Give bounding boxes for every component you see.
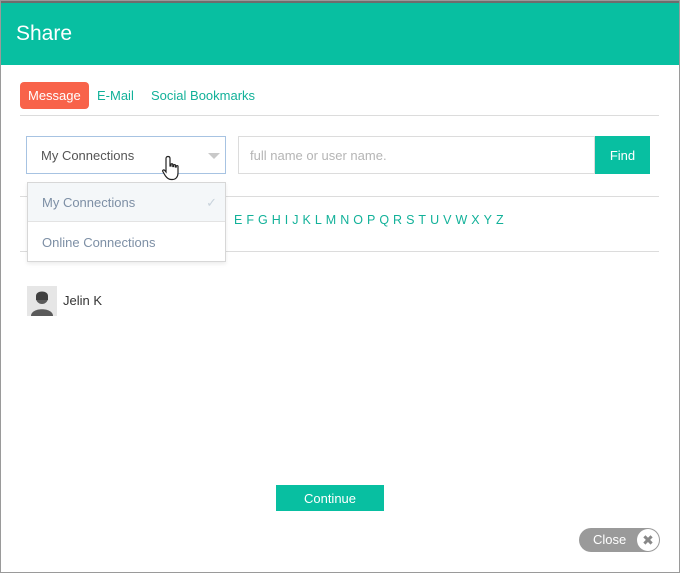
alphabet-letter-v[interactable]: V (443, 213, 451, 227)
search-input[interactable] (238, 136, 595, 174)
close-button-label: Close (593, 532, 627, 547)
connections-filter-select[interactable]: My Connections (26, 136, 226, 174)
tab-message[interactable]: Message (20, 82, 89, 109)
dropdown-option-my-connections[interactable]: My Connections ✓ (28, 183, 225, 222)
alphabet-letter-e[interactable]: E (234, 213, 242, 227)
hand-pointer-cursor-icon (162, 155, 179, 181)
alphabet-letter-t[interactable]: T (418, 213, 426, 227)
dropdown-option-online-connections[interactable]: Online Connections (28, 223, 225, 262)
checkmark-icon: ✓ (206, 195, 217, 210)
dropdown-option-label: My Connections (42, 195, 136, 210)
dialog-header: Share (1, 3, 679, 65)
connections-filter-value: My Connections (41, 148, 135, 163)
alphabet-letter-l[interactable]: L (315, 213, 322, 227)
alphabet-letter-s[interactable]: S (406, 213, 414, 227)
alphabet-letter-y[interactable]: Y (484, 213, 492, 227)
close-button[interactable]: Close ✖ (579, 528, 660, 552)
alphabet-letter-j[interactable]: J (292, 213, 298, 227)
alphabet-filter: EFGHIJKLMNOPQRSTUVWXYZ (234, 213, 508, 231)
alphabet-letter-u[interactable]: U (430, 213, 439, 227)
contact-name: Jelin K (63, 293, 103, 308)
alphabet-letter-o[interactable]: O (353, 213, 363, 227)
alphabet-letter-k[interactable]: K (302, 213, 310, 227)
alphabet-letter-q[interactable]: Q (379, 213, 389, 227)
share-dialog: Share Message E-Mail Social Bookmarks My… (0, 0, 680, 573)
alphabet-letter-p[interactable]: P (367, 213, 375, 227)
default-user-icon (27, 286, 57, 316)
alphabet-letter-z[interactable]: Z (496, 213, 504, 227)
alphabet-letter-m[interactable]: M (326, 213, 336, 227)
tab-email[interactable]: E-Mail (97, 82, 134, 109)
alphabet-letter-x[interactable]: X (471, 213, 479, 227)
tabs-divider (20, 115, 659, 116)
connections-dropdown-menu: My Connections ✓ Online Connections (27, 182, 226, 262)
chevron-down-icon (208, 153, 220, 159)
continue-button[interactable]: Continue (276, 485, 384, 511)
alphabet-letter-h[interactable]: H (272, 213, 281, 227)
tab-social-bookmarks[interactable]: Social Bookmarks (151, 82, 255, 109)
dialog-title: Share (16, 22, 73, 45)
alphabet-letter-w[interactable]: W (455, 213, 467, 227)
find-button[interactable]: Find (595, 136, 650, 174)
alphabet-letter-g[interactable]: G (258, 213, 268, 227)
alphabet-letter-n[interactable]: N (340, 213, 349, 227)
alphabet-letter-r[interactable]: R (393, 213, 402, 227)
alphabet-letter-f[interactable]: F (246, 213, 254, 227)
dropdown-option-label: Online Connections (42, 235, 156, 250)
close-icon: ✖ (637, 529, 659, 551)
alphabet-letter-i[interactable]: I (285, 213, 288, 227)
